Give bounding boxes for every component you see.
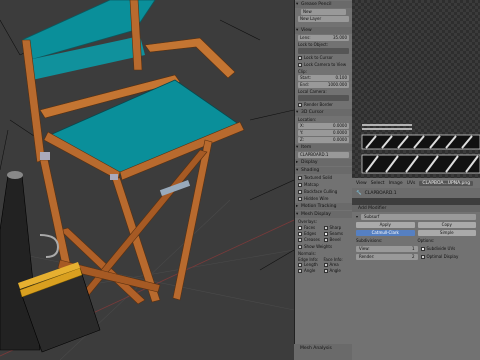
cursor-z-field[interactable]: Z: 0.0000 [298,137,349,143]
render-row: Render: 2 Optimal Display [356,254,476,260]
shading-section-header[interactable]: Shading [295,167,352,174]
options-label: Options: [417,238,435,243]
checkbox-icon [323,226,328,230]
copy-button[interactable]: Copy [417,222,476,228]
mesh-display-header[interactable]: Mesh Display [295,211,352,218]
checkbox-icon [298,190,302,194]
uv-menu-image[interactable]: Image [389,181,403,186]
cursor-y-field[interactable]: Y: 0.0000 [298,130,349,136]
mesh-analysis-header[interactable]: Mesh Analysis [294,344,352,360]
view-levels-field[interactable]: View: 1 [356,246,418,252]
subdivisions-label: Subdivisions: [356,238,383,243]
normals-label: Normals: [298,251,316,256]
clip-start-field[interactable]: Start: 0.100 [298,75,349,81]
grease-pencil-header[interactable]: Grease Pencil [295,1,352,8]
checkbox-icon [298,263,302,267]
lock-object-field[interactable] [298,48,349,54]
chair-seat [49,79,241,176]
checkbox-icon [298,63,302,67]
uv-image-editor[interactable] [352,0,480,178]
uv-menu-uvs[interactable]: UVs [407,181,416,186]
checkbox-icon [323,232,328,236]
subdivisions-label-row: Subdivisions: Options: [356,238,476,244]
wrench-icon[interactable]: 🔧 [356,191,362,196]
motion-tracking-header[interactable]: Motion Tracking [295,203,352,210]
info-labels: Edge Info: Face Info: Length Area Angle … [298,257,349,274]
item-section-header[interactable]: Item [295,144,352,151]
render-levels-field[interactable]: Render: 2 [356,254,418,260]
lock-to-object-label: Lock to Object: [298,42,329,47]
checkbox-icon [298,226,302,230]
checkbox-icon [298,269,302,273]
cursor-x-field[interactable]: X: 0.0000 [298,123,349,129]
modifier-properties: Add Modifier ▾ Subsurf Apply Copy Catmul… [352,205,480,360]
display-section-header[interactable]: Display [295,159,352,166]
checkbox-icon [323,263,328,267]
checkbox-icon [420,247,425,251]
view-row: View: 1 Subdivide UVs [356,246,476,252]
lock-camera-toggle[interactable]: Lock Camera to View [298,62,349,68]
uv-menu-select[interactable]: Select [371,181,385,186]
checkbox-icon [323,269,328,273]
bevel-toggle[interactable]: Bevel [323,237,350,243]
scene-render [0,0,294,360]
lock-cursor-toggle[interactable]: Lock to Cursor [298,55,349,61]
local-camera-field[interactable] [298,95,349,101]
image-selector[interactable]: CLAPBOA...UPNA.png [419,180,474,186]
checkbox-icon [298,238,302,242]
clip-end-field[interactable]: End: 1000.000 [298,82,349,88]
modifier-icon: ▾ [356,214,359,219]
checkbox-icon [323,238,328,242]
checkbox-icon [298,103,302,107]
checkbox-icon [298,56,302,60]
uv-editor-header: View Select Image UVs CLAPBOA...UPNA.png [352,178,480,188]
matcap-toggle[interactable]: Matcap [298,182,349,188]
location-label: Location: [298,117,317,122]
local-camera-label: Local Camera: [298,89,327,94]
optimal-display-toggle[interactable]: Optimal Display [420,254,477,260]
properties-header: 🔧 CLAPBOARD.1 [352,188,480,198]
simple-button[interactable]: Simple [417,230,476,236]
item-name-field[interactable]: CLAPBOARD.1 [298,152,349,158]
catmull-clark-button[interactable]: Catmull-Clark [356,230,415,236]
show-weights-toggle[interactable]: Show Weights [298,244,349,250]
uv-texture [361,124,480,174]
checkbox-icon [298,197,302,201]
checkbox-icon [420,255,425,259]
edge-angle-toggle[interactable]: Angle [298,268,324,274]
clip-label: Clip: [298,69,307,74]
cursor-section-header[interactable]: 3D Cursor [295,109,352,116]
modifier-name-field[interactable]: Subsurf [361,214,476,220]
checkbox-icon [298,232,302,236]
checkbox-icon [298,245,302,249]
object-name-field[interactable]: CLAPBOARD.1 [365,191,397,196]
right-pane: View Select Image UVs CLAPBOA...UPNA.png… [352,0,480,360]
new-layer-button[interactable]: New Layer [298,16,349,22]
view-section-header[interactable]: View [295,27,352,34]
properties-sidebar: Grease Pencil New New Layer View Lens:35… [294,0,352,360]
modifier-actions: Apply Copy [356,222,476,228]
uv-menu-view[interactable]: View [356,181,367,186]
creases-toggle[interactable]: Creases [298,237,324,243]
new-gp-button[interactable]: New [301,9,346,15]
checkbox-icon [298,183,302,187]
subdivision-type: Catmull-Clark Simple [356,230,476,236]
checkbox-icon [298,176,302,180]
backface-culling-toggle[interactable]: Backface Culling [298,189,349,195]
overlay-toggles: Faces Sharp Edges Seams Creases Bevel [298,225,349,243]
apply-button[interactable]: Apply [356,222,415,228]
3d-viewport[interactable] [0,0,294,360]
modifier-header: ▾ Subsurf [356,214,476,220]
textured-solid-toggle[interactable]: Textured Solid [298,175,349,181]
render-border-toggle[interactable]: Render Border [298,102,349,108]
overlays-label: Overlays: [298,219,317,224]
add-modifier-button[interactable]: Add Modifier [352,205,480,212]
hidden-wire-toggle[interactable]: Hidden Wire [298,196,349,202]
subdivide-uvs-toggle[interactable]: Subdivide UVs [420,246,477,252]
face-angle-toggle[interactable]: Angle [323,268,350,274]
lens-field[interactable]: Lens: 35.000 [298,35,349,41]
